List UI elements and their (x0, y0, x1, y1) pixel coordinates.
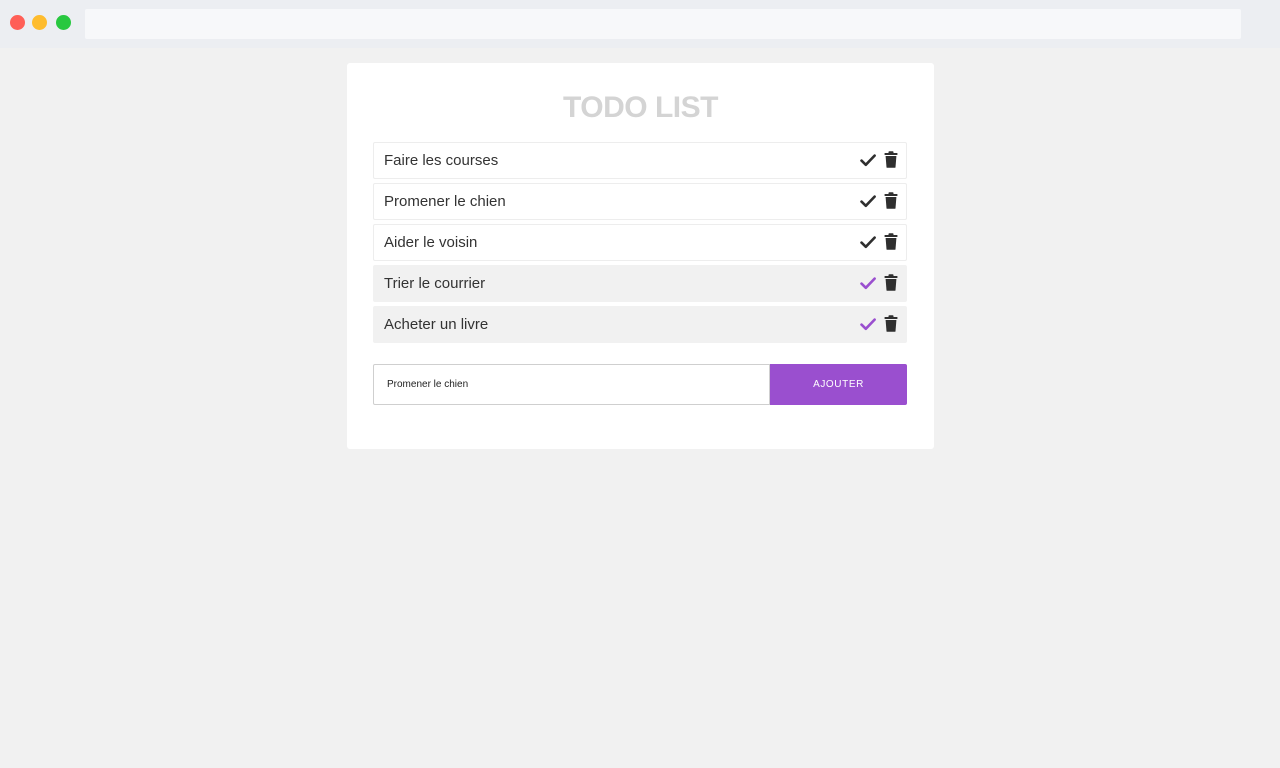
todo-item-done: Acheter un livre (373, 306, 907, 343)
page-title: TODO LIST (563, 91, 718, 124)
trash-icon[interactable] (884, 233, 898, 250)
minimize-window-button[interactable] (32, 15, 47, 30)
trash-icon[interactable] (884, 151, 898, 168)
check-icon[interactable] (860, 275, 876, 291)
check-icon[interactable] (860, 316, 876, 332)
todo-item-done: Trier le courrier (373, 265, 907, 302)
browser-titlebar (0, 0, 1280, 48)
maximize-window-button[interactable] (56, 15, 71, 30)
todo-item: Promener le chien (373, 183, 907, 220)
todo-label: Trier le courrier (384, 275, 486, 292)
todo-label: Promener le chien (384, 193, 506, 210)
trash-icon[interactable] (884, 315, 898, 332)
close-window-button[interactable] (10, 15, 25, 30)
todo-label: Faire les courses (384, 152, 499, 169)
todo-item: Aider le voisin (373, 224, 907, 261)
todo-label: Aider le voisin (384, 234, 478, 251)
todo-item: Faire les courses (373, 142, 907, 179)
trash-icon[interactable] (884, 192, 898, 209)
todo-card: TODO LIST Faire les courses Promener le … (347, 63, 934, 449)
add-button[interactable]: AJOUTER (770, 364, 907, 405)
check-icon[interactable] (860, 152, 876, 168)
todo-input[interactable] (373, 364, 770, 405)
todo-label: Acheter un livre (384, 316, 489, 333)
check-icon[interactable] (860, 234, 876, 250)
trash-icon[interactable] (884, 274, 898, 291)
address-bar[interactable] (85, 9, 1241, 39)
check-icon[interactable] (860, 193, 876, 209)
